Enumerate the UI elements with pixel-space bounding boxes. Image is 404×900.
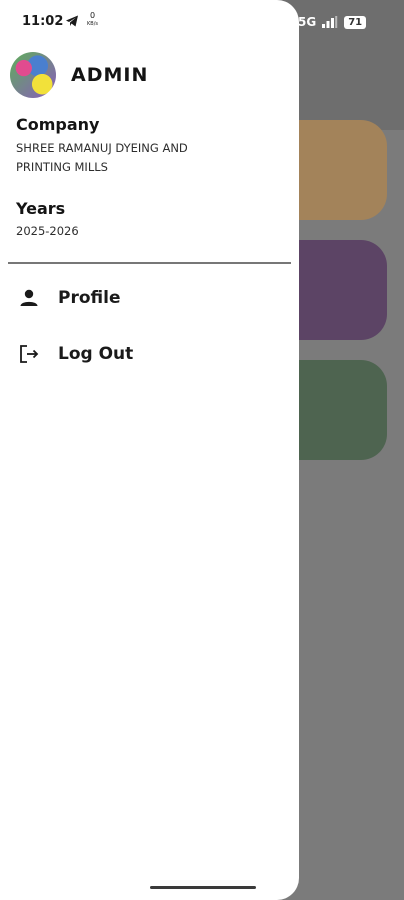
data-rate-indicator: 0 KB/s [87,11,98,28]
battery-indicator: 71 [344,15,367,29]
status-bar: 11:02 0 KB/s 5G 71 [0,0,404,48]
years-label: Years [16,199,66,218]
avatar[interactable] [10,52,56,98]
menu-item-logout[interactable]: Log Out [0,334,299,374]
menu-item-profile[interactable]: Profile [0,278,299,318]
person-icon [20,289,38,306]
years-value: 2025-2026 [16,224,79,238]
menu-item-label: Profile [58,288,121,308]
username: ADMIN [71,64,149,86]
status-time: 11:02 [22,14,64,29]
status-right-group: 5G 71 [284,12,367,32]
logout-icon [20,345,39,363]
telegram-icon [66,15,78,27]
navigation-drawer: ADMIN Company SHREE RAMANUJ DYEING AND P… [0,0,299,900]
bluetooth-icon [284,16,292,28]
company-label: Company [16,115,100,134]
network-type: 5G [298,15,317,29]
menu-item-label: Log Out [58,344,134,364]
home-indicator[interactable] [150,886,256,889]
company-name: SHREE RAMANUJ DYEING AND PRINTING MILLS [16,141,188,174]
divider [8,262,291,264]
signal-icon [322,16,338,28]
